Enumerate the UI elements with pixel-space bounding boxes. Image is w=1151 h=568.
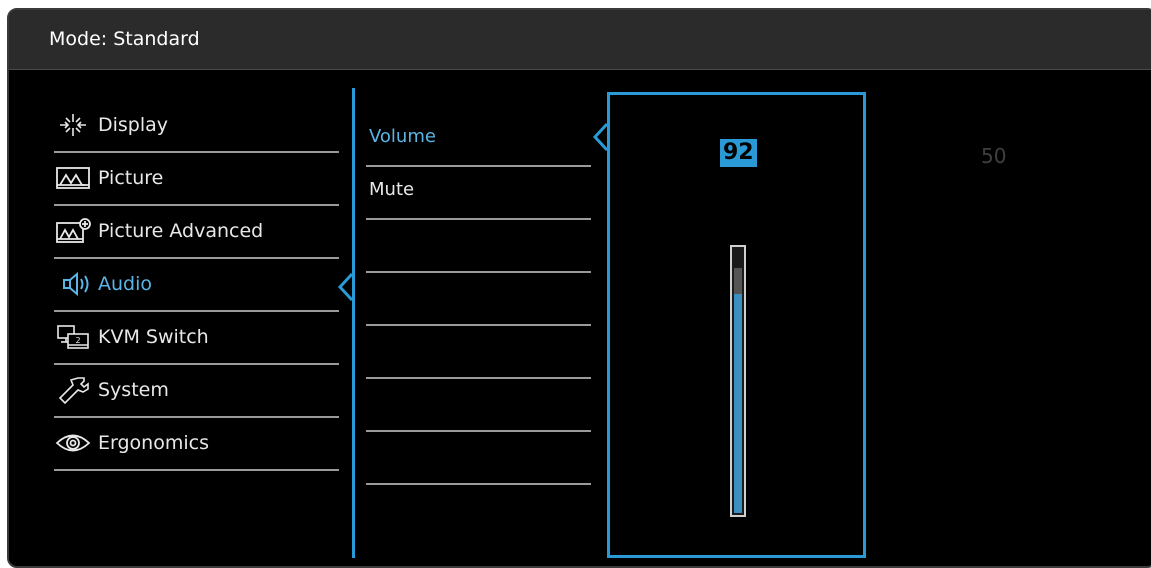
sub-menu: Volume Mute [366, 114, 591, 485]
menu-item-picture-advanced[interactable]: Picture Advanced [54, 206, 339, 259]
menu-item-label: KVM Switch [98, 326, 209, 348]
menu-item-ergonomics[interactable]: Ergonomics [54, 418, 339, 471]
volume-slider-fill [734, 294, 742, 513]
display-icon [60, 114, 86, 136]
menu-item-picture[interactable]: Picture [54, 153, 339, 206]
previous-value: 50 [981, 144, 1007, 168]
submenu-selection-chevron-icon [592, 122, 608, 152]
wrench-icon [58, 377, 89, 405]
menu-item-label: Audio [98, 273, 153, 295]
picture-advanced-icon [56, 218, 91, 243]
menu-item-label: Picture [98, 167, 164, 189]
volume-slider-handle[interactable] [734, 268, 742, 294]
submenu-item-empty [366, 379, 591, 432]
svg-text:2: 2 [75, 336, 80, 345]
submenu-item-label: Mute [369, 179, 415, 200]
main-menu: Display Picture Picture Advanced Audio 2… [54, 100, 339, 471]
menu-item-label: Picture Advanced [98, 220, 264, 242]
title-bar: Mode: Standard [9, 10, 1151, 70]
picture-icon [56, 167, 90, 189]
menu-item-system[interactable]: System [54, 365, 339, 418]
menu-item-audio[interactable]: Audio [54, 259, 339, 312]
selection-chevron-icon [337, 272, 353, 302]
submenu-item-empty [366, 273, 591, 326]
menu-item-display[interactable]: Display [54, 100, 339, 153]
kvm-switch-icon: 2 [57, 325, 89, 349]
submenu-item-mute[interactable]: Mute [366, 167, 591, 220]
submenu-item-empty [366, 432, 591, 485]
menu-item-kvm-switch[interactable]: 2 KVM Switch [54, 312, 339, 365]
menu-item-label: System [98, 379, 169, 401]
menu-divider [352, 88, 355, 558]
menu-item-label: Display [98, 114, 169, 136]
volume-slider[interactable] [730, 245, 746, 517]
submenu-item-empty [366, 326, 591, 379]
mode-label: Mode: Standard [49, 28, 200, 50]
eye-icon [55, 434, 91, 452]
menu-item-label: Ergonomics [98, 432, 209, 454]
submenu-item-empty [366, 220, 591, 273]
submenu-item-volume[interactable]: Volume [366, 114, 591, 167]
submenu-item-label: Volume [369, 126, 436, 147]
audio-speaker-icon [63, 271, 89, 297]
monitor-osd-window: Mode: Standard Display Picture Picture A… [7, 8, 1151, 568]
volume-value-panel: 92 [607, 92, 866, 558]
volume-value-badge: 92 [720, 139, 757, 167]
